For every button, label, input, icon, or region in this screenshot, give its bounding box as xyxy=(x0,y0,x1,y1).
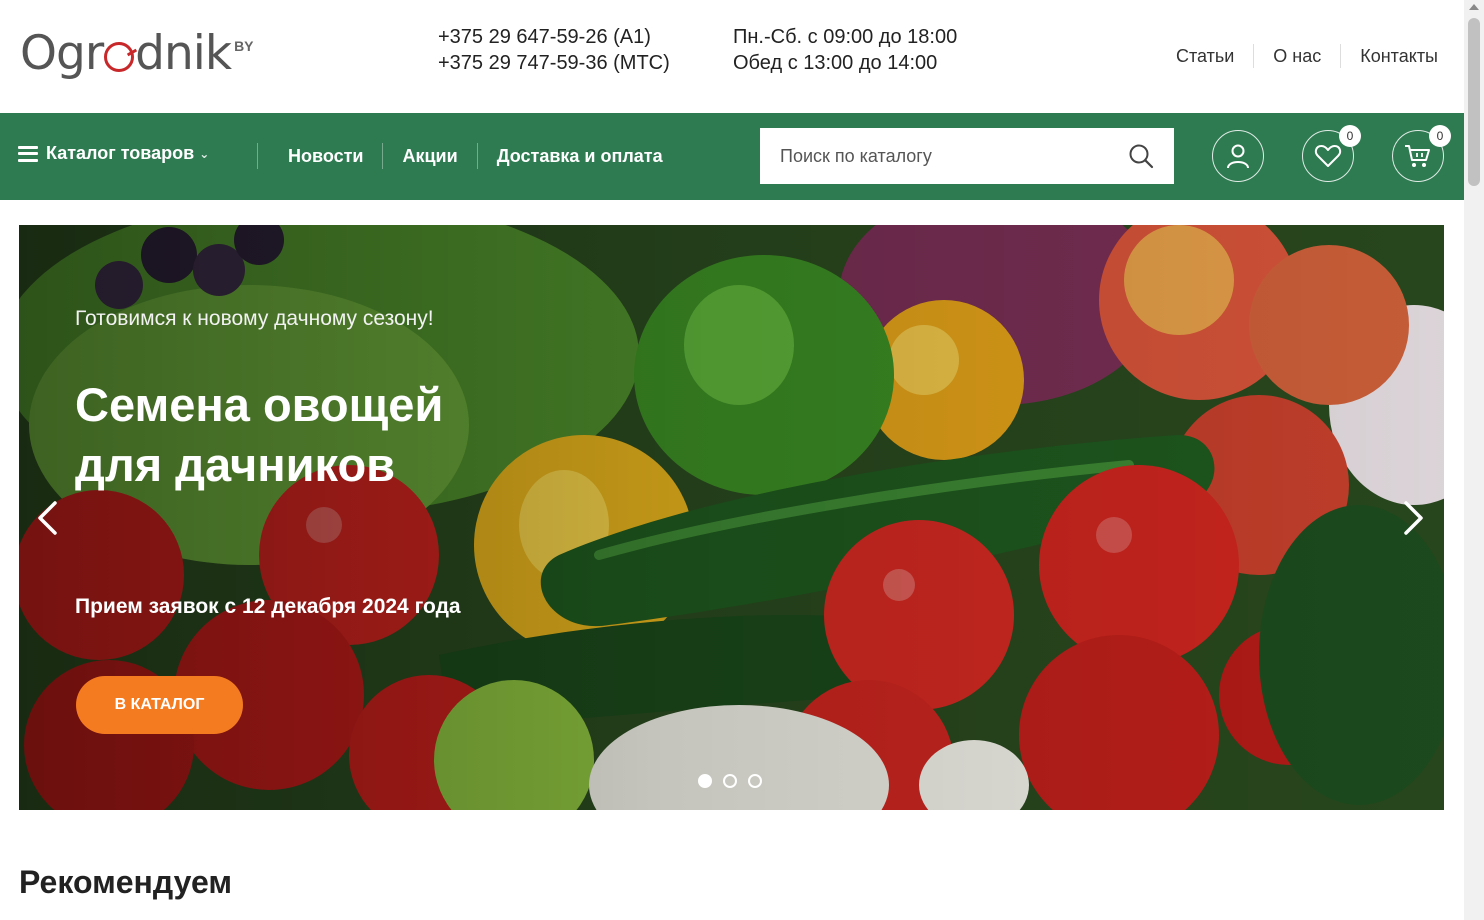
chevron-right-icon[interactable] xyxy=(1402,500,1426,536)
slider-dot-1[interactable] xyxy=(698,774,712,788)
link-contacts[interactable]: Контакты xyxy=(1340,44,1438,68)
hero-date: Прием заявок с 12 декабря 2024 года xyxy=(75,595,461,618)
nav-news[interactable]: Новости xyxy=(257,143,382,169)
wishlist-count-badge: 0 xyxy=(1339,125,1361,147)
logo-o-mark xyxy=(104,42,135,72)
search-input[interactable] xyxy=(760,128,1100,184)
hero-slider: Готовимся к новому дачному сезону! Семен… xyxy=(19,225,1444,810)
hours-weekdays: Пн.-Сб. с 09:00 до 18:00 xyxy=(733,26,958,48)
slider-dot-3[interactable] xyxy=(748,774,762,788)
site-logo[interactable]: Ogr dnik BY xyxy=(20,26,254,86)
search-box xyxy=(760,128,1174,184)
cart-icon xyxy=(1405,145,1430,167)
user-icon xyxy=(1227,144,1249,169)
scroll-up-arrow-icon[interactable] xyxy=(1469,4,1479,10)
cart-count-badge: 0 xyxy=(1429,125,1451,147)
wishlist-button[interactable]: 0 xyxy=(1302,125,1361,182)
link-about[interactable]: О нас xyxy=(1253,44,1340,68)
account-button[interactable] xyxy=(1212,130,1264,182)
logo-text: Ogr dnik xyxy=(20,26,232,81)
phone-a1[interactable]: +375 29 647-59-26 (A1) xyxy=(438,24,670,50)
hero-subtitle: Готовимся к новому дачному сезону! xyxy=(75,307,434,330)
hero-title: Семена овощей для дачников xyxy=(75,378,444,491)
catalog-menu-button[interactable]: Каталог товаров ⌄ xyxy=(18,143,209,164)
nav-promotions[interactable]: Акции xyxy=(382,143,476,169)
logo-country: BY xyxy=(234,38,254,54)
slider-dots xyxy=(698,774,773,788)
working-hours: Пн.-Сб. с 09:00 до 18:00 Обед с 13:00 до… xyxy=(733,24,957,76)
catalog-cta-button[interactable]: В КАТАЛОГ xyxy=(76,676,243,734)
chevron-down-icon: ⌄ xyxy=(199,146,210,161)
section-title-recommended: Рекомендуем xyxy=(19,864,232,900)
cart-button[interactable]: 0 xyxy=(1392,125,1451,182)
scrollbar-thumb[interactable] xyxy=(1468,18,1480,186)
chevron-left-icon[interactable] xyxy=(35,500,59,536)
hours-lunch: Обед с 13:00 до 14:00 xyxy=(733,52,938,74)
nav-delivery[interactable]: Доставка и оплата xyxy=(476,143,682,169)
slider-dot-2[interactable] xyxy=(723,774,737,788)
catalog-label: Каталог товаров xyxy=(46,143,195,163)
heart-icon xyxy=(1314,145,1342,167)
nav-links: Новости Акции Доставка и оплата xyxy=(257,143,682,169)
phone-list: +375 29 647-59-26 (A1) +375 29 747-59-36… xyxy=(438,24,670,76)
menu-icon xyxy=(18,145,38,162)
phone-mts[interactable]: +375 29 747-59-36 (МТС) xyxy=(438,50,670,76)
top-header: Ogr dnik BY +375 29 647-59-26 (A1) +375 2… xyxy=(0,0,1464,113)
main-navbar: Каталог товаров ⌄ Новости Акции Доставка… xyxy=(0,113,1464,200)
search-icon[interactable] xyxy=(1128,143,1154,169)
link-articles[interactable]: Статьи xyxy=(1157,44,1253,68)
top-links: Статьи О нас Контакты xyxy=(1157,44,1438,68)
page-scrollbar[interactable] xyxy=(1464,0,1484,920)
